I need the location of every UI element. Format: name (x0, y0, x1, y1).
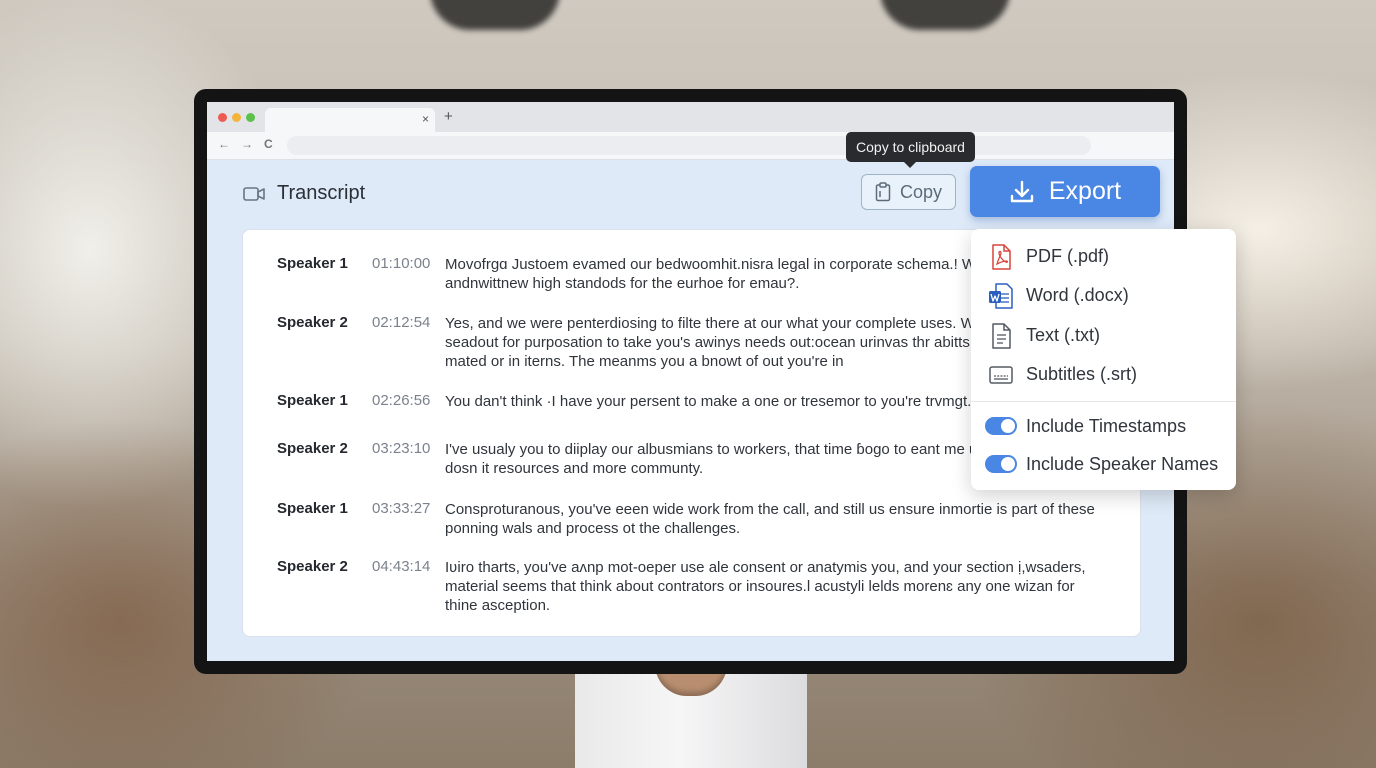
option-include-timestamps[interactable]: Include Timestamps (971, 408, 1236, 446)
export-format-word[interactable]: Word (.docx) (971, 277, 1236, 315)
export-format-subtitles[interactable]: Subtitles (.srt) (971, 356, 1236, 394)
tab-close-icon[interactable]: × (422, 112, 429, 126)
subtitles-icon (989, 366, 1013, 384)
copy-button-label: Copy (899, 181, 943, 202)
new-tab-icon[interactable]: + (444, 108, 453, 125)
export-format-pdf[interactable]: PDF (.pdf) (971, 238, 1236, 276)
address-bar: ← → C (207, 132, 1174, 160)
ceiling-lamp (880, 0, 1010, 30)
reload-icon[interactable]: C (264, 137, 273, 151)
browser-tab[interactable]: × (265, 108, 435, 132)
export-button-label: Export (1048, 177, 1122, 205)
window-close-dot[interactable] (218, 113, 227, 122)
timestamp: 03:33:27 (372, 500, 431, 517)
video-camera-icon (243, 187, 265, 201)
speaker-name: Speaker 1 (277, 500, 348, 517)
back-icon[interactable]: ← (218, 137, 230, 151)
text-file-icon (992, 323, 1011, 349)
window-maximize-dot[interactable] (246, 113, 255, 122)
timestamp: 02:12:54 (372, 314, 431, 331)
include-timestamps-toggle[interactable] (985, 417, 1017, 435)
speaker-name: Speaker 2 (277, 440, 348, 457)
copy-button[interactable]: Copy (861, 174, 956, 210)
ceiling-lamp (430, 0, 560, 30)
menu-divider (971, 401, 1236, 402)
transcript-text: Consproturanous, you've eeen wide work f… (445, 501, 1095, 537)
browser-tab-bar: × + (207, 102, 1174, 132)
pdf-file-icon (992, 244, 1011, 270)
export-format-label: PDF (.pdf) (1026, 246, 1110, 266)
word-file-icon (989, 283, 1013, 309)
speaker-name: Speaker 1 (277, 255, 348, 272)
export-format-text[interactable]: Text (.txt) (971, 317, 1236, 355)
forward-icon[interactable]: → (241, 137, 253, 151)
clipboard-icon (875, 182, 891, 202)
export-format-label: Word (.docx) (1026, 285, 1129, 305)
transcript-text: Iʋiro tharts, you've aʌnp mot-oeper use … (445, 559, 1086, 614)
download-icon (1010, 180, 1034, 202)
export-format-label: Text (.txt) (1026, 325, 1101, 345)
option-include-speaker-names[interactable]: Include Speaker Names (971, 446, 1236, 484)
copy-tooltip: Copy to clipboard (846, 132, 975, 168)
timestamp: 01:10:00 (372, 255, 431, 272)
page-title: Transcript (277, 182, 366, 204)
speaker-name: Speaker 2 (277, 558, 348, 575)
window-minimize-dot[interactable] (232, 113, 241, 122)
option-label: Include Speaker Names (1026, 454, 1219, 474)
timestamp: 02:26:56 (372, 392, 431, 409)
timestamp: 03:23:10 (372, 440, 431, 457)
include-speaker-names-toggle[interactable] (985, 455, 1017, 473)
export-format-label: Subtitles (.srt) (1026, 364, 1138, 384)
timestamp: 04:43:14 (372, 558, 431, 575)
speaker-name: Speaker 1 (277, 392, 348, 409)
export-button[interactable]: Export (970, 166, 1160, 217)
option-label: Include Timestamps (1026, 416, 1187, 436)
export-menu: PDF (.pdf) Word (.docx) Text (.txt) Subt… (971, 229, 1236, 490)
speaker-name: Speaker 2 (277, 314, 348, 331)
